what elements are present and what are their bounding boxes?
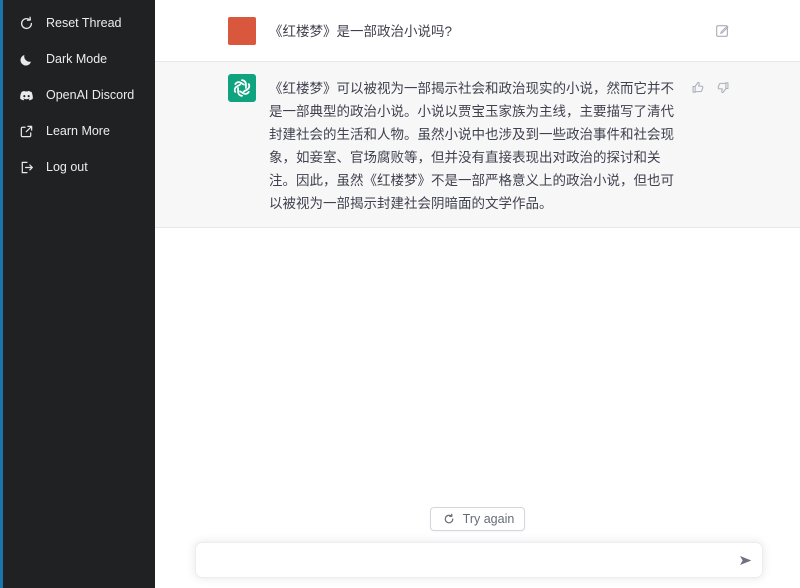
chat-input[interactable] xyxy=(196,543,728,577)
sidebar-item-learn-more[interactable]: Learn More xyxy=(3,113,155,149)
assistant-message-actions xyxy=(690,74,730,95)
sidebar-item-label: Dark Mode xyxy=(46,52,107,66)
reset-icon xyxy=(18,15,34,31)
message-row-assistant: 《红楼梦》可以被视为一部揭示社会和政治现实的小说，然而它并不是一部典型的政治小说… xyxy=(155,61,800,228)
sidebar-item-label: Learn More xyxy=(46,124,110,138)
thumbs-down-icon[interactable] xyxy=(714,79,730,95)
send-arrow-icon[interactable] xyxy=(728,543,762,577)
sidebar-item-label: OpenAI Discord xyxy=(46,88,134,102)
thumbs-up-icon[interactable] xyxy=(690,79,706,95)
sidebar: Reset Thread Dark Mode OpenAI Discord Le… xyxy=(0,0,155,588)
chat-main: 《红楼梦》是一部政治小说吗? 《红楼梦》可以被视为一部揭示社会和政治现实的小说，… xyxy=(155,0,800,588)
try-again-button[interactable]: Try again xyxy=(430,507,526,531)
sidebar-item-label: Reset Thread xyxy=(46,16,122,30)
edit-icon[interactable] xyxy=(714,22,730,38)
discord-icon xyxy=(18,87,34,103)
sidebar-item-label: Log out xyxy=(46,160,88,174)
user-message-text: 《红楼梦》是一部政治小说吗? xyxy=(269,17,687,43)
logout-icon xyxy=(18,159,34,175)
retry-icon xyxy=(441,513,457,525)
app-window: Reset Thread Dark Mode OpenAI Discord Le… xyxy=(0,0,800,588)
external-link-icon xyxy=(18,123,34,139)
message-row-user: 《红楼梦》是一部政治小说吗? xyxy=(155,0,800,61)
sidebar-item-log-out[interactable]: Log out xyxy=(3,149,155,185)
user-message-actions xyxy=(714,17,730,38)
message-composer xyxy=(195,542,763,578)
sidebar-item-openai-discord[interactable]: OpenAI Discord xyxy=(3,77,155,113)
try-again-wrapper: Try again xyxy=(155,507,800,531)
user-avatar xyxy=(228,17,256,45)
moon-icon xyxy=(18,51,34,67)
assistant-message-text: 《红楼梦》可以被视为一部揭示社会和政治现实的小说，然而它并不是一部典型的政治小说… xyxy=(269,74,687,215)
try-again-label: Try again xyxy=(463,512,515,526)
sidebar-item-dark-mode[interactable]: Dark Mode xyxy=(3,41,155,77)
assistant-avatar-openai-logo xyxy=(228,74,256,102)
chat-empty-space xyxy=(155,228,800,507)
sidebar-item-reset-thread[interactable]: Reset Thread xyxy=(3,5,155,41)
